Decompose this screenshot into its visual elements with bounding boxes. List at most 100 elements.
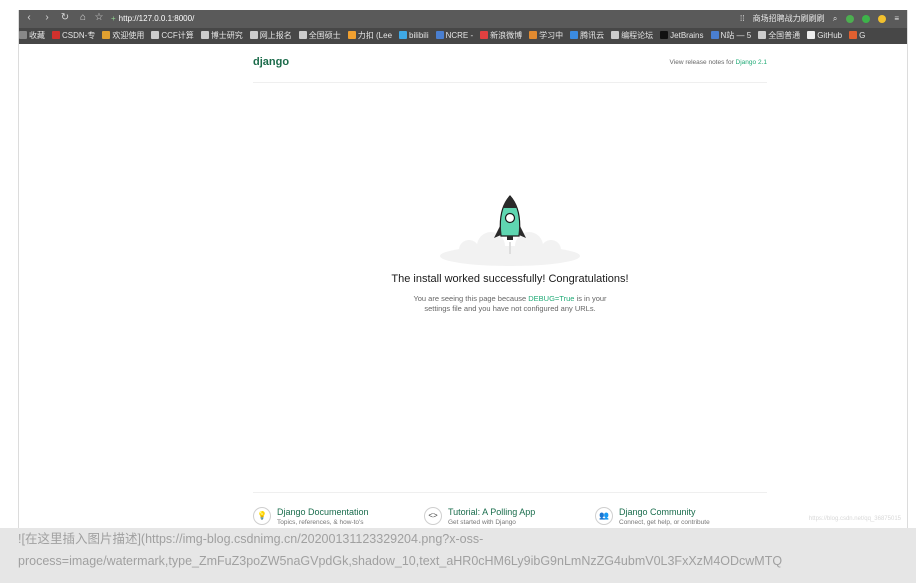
back-icon[interactable]: ‹ bbox=[23, 12, 35, 24]
bookmark-label: 全国普通 bbox=[768, 31, 801, 40]
bookmark-item[interactable]: 全国硕士 bbox=[298, 28, 341, 44]
bookmark-favicon-icon bbox=[102, 31, 111, 39]
bookmark-item[interactable]: 腾讯云 bbox=[570, 28, 604, 44]
apps-icon[interactable]: ⁞⁞ bbox=[740, 14, 744, 23]
extension-icon[interactable] bbox=[845, 14, 854, 23]
bookmark-item[interactable]: 收藏 bbox=[19, 28, 45, 44]
bookmark-item[interactable]: NCRE - bbox=[435, 28, 474, 44]
address-text: http://127.0.0.1:8000/ bbox=[118, 14, 195, 23]
bookmark-favicon-icon bbox=[758, 31, 767, 39]
success-description: You are seeing this page because DEBUG=T… bbox=[403, 294, 617, 314]
desc-part1: You are seeing this page because bbox=[413, 294, 529, 303]
bookmark-favicon-icon bbox=[570, 31, 579, 39]
bookmark-label: N站 — 5 bbox=[720, 31, 752, 40]
bookmark-label: 学习中 bbox=[539, 31, 564, 40]
bookmark-favicon-icon bbox=[399, 31, 408, 39]
bookmark-favicon-icon bbox=[480, 31, 489, 39]
bookmark-label: 新浪微博 bbox=[490, 31, 523, 40]
bookmark-label: 力扣 (Lee bbox=[357, 31, 393, 40]
markdown-line-2: process=image/watermark,type_ZmFuZ3poZW5… bbox=[18, 554, 783, 568]
bookmark-item[interactable]: 网上报名 bbox=[249, 28, 292, 44]
dollar-icon[interactable] bbox=[861, 14, 870, 23]
footer-tutorial-sub: Get started with Django bbox=[448, 519, 516, 526]
browser-toolbar: ‹ › ↻ ⌂ ☆ + http://127.0.0.1:8000/ ⁞⁞ 商场招… bbox=[19, 10, 907, 28]
bookmarks-bar: 收藏 CSDN-专 欢迎使用 CCF计算 博士研究 网上报名 全国硕士 力扣 (Lee bili… bbox=[19, 28, 907, 44]
bookmark-item[interactable]: CCF计算 bbox=[151, 28, 194, 44]
bookmark-label: 收藏 bbox=[29, 31, 45, 40]
bookmark-item[interactable]: bilibili bbox=[399, 28, 429, 44]
menu-icon[interactable]: ≡ bbox=[894, 14, 899, 23]
bookmark-favicon-icon bbox=[151, 31, 160, 39]
bookmark-label: 全国硕士 bbox=[308, 31, 341, 40]
bookmark-item[interactable]: 新浪微博 bbox=[480, 28, 522, 44]
bookmark-item[interactable]: 欢迎使用 bbox=[102, 28, 144, 44]
bookmark-label: CCF计算 bbox=[161, 31, 194, 40]
bookmark-label: G bbox=[859, 31, 866, 40]
bookmark-label: JetBrains bbox=[670, 31, 704, 40]
code-icon: <> bbox=[424, 507, 442, 525]
release-version: Django 2.1 bbox=[735, 59, 767, 66]
bookmark-label: 编程论坛 bbox=[621, 31, 654, 40]
markdown-line-1: ![在这里插入图片描述](https://img-blog.csdnimg.cn… bbox=[18, 532, 484, 546]
release-notes-link[interactable]: View release notes for Django 2.1 bbox=[670, 59, 767, 66]
debug-setting: DEBUG=True bbox=[528, 294, 575, 303]
bookmark-label: GitHub bbox=[817, 31, 843, 40]
bookmark-favicon-icon bbox=[347, 31, 356, 39]
bookmark-favicon-icon bbox=[807, 31, 816, 39]
footer-docs-title: Django Documentation bbox=[277, 507, 369, 517]
bookmark-favicon-icon bbox=[435, 31, 444, 39]
bookmark-item[interactable]: JetBrains bbox=[660, 28, 704, 44]
bookmark-label: 欢迎使用 bbox=[112, 31, 145, 40]
bookmark-favicon-icon bbox=[529, 31, 538, 39]
bookmark-item[interactable]: N站 — 5 bbox=[710, 28, 752, 44]
footer-docs-sub: Topics, references, & how-to's bbox=[277, 519, 364, 526]
bookmark-item[interactable]: G bbox=[849, 28, 865, 44]
bookmark-favicon-icon bbox=[52, 31, 60, 39]
bookmark-favicon-icon bbox=[200, 31, 209, 39]
bookmark-star-icon[interactable]: ☆ bbox=[93, 12, 105, 24]
address-bar[interactable]: + http://127.0.0.1:8000/ bbox=[111, 13, 194, 25]
bookmark-item[interactable]: 学习中 bbox=[529, 28, 563, 44]
bookmark-label: 网上报名 bbox=[259, 31, 292, 40]
django-logo[interactable]: django bbox=[253, 56, 289, 68]
forward-icon[interactable]: › bbox=[41, 12, 53, 24]
success-title: The install worked successfully! Congrat… bbox=[391, 273, 629, 285]
lightbulb-ext-icon[interactable] bbox=[878, 14, 887, 23]
bookmark-label: CSDN-专 bbox=[62, 31, 96, 40]
bookmark-favicon-icon bbox=[249, 31, 258, 39]
bookmark-favicon-icon bbox=[611, 31, 620, 39]
bookmark-label: bilibili bbox=[409, 31, 429, 40]
bookmark-label: 博士研究 bbox=[210, 31, 243, 40]
bookmark-label: NCRE - bbox=[445, 31, 474, 40]
bookmark-favicon-icon bbox=[19, 31, 27, 39]
home-icon[interactable]: ⌂ bbox=[77, 12, 89, 24]
bookmark-favicon-icon bbox=[298, 31, 307, 39]
footer-community-title: Django Community bbox=[619, 507, 696, 517]
toolbar-right: ⁞⁞ 商场招聘战力刷刷刷 ⌕ ≡ bbox=[734, 13, 899, 25]
reload-icon[interactable]: ↻ bbox=[59, 12, 71, 24]
rocket-illustration bbox=[440, 195, 580, 266]
footer-community-sub: Connect, get help, or contribute bbox=[619, 519, 710, 526]
footer-tutorial-title: Tutorial: A Polling App bbox=[448, 507, 536, 517]
people-icon: 👥 bbox=[595, 507, 613, 525]
django-header: django View release notes for Django 2.1 bbox=[253, 56, 767, 83]
search-box[interactable]: 商场招聘战力刷刷刷 bbox=[753, 14, 825, 23]
csdn-watermark: https://blog.csdn.net/qq_36875015 bbox=[808, 516, 901, 522]
bookmark-item[interactable]: 博士研究 bbox=[200, 28, 243, 44]
bookmark-item[interactable]: 力扣 (Lee bbox=[347, 28, 393, 44]
markdown-image-link: ![在这里插入图片描述](https://img-blog.csdnimg.cn… bbox=[0, 528, 916, 583]
browser-window: ‹ › ↻ ⌂ ☆ + http://127.0.0.1:8000/ ⁞⁞ 商场招… bbox=[18, 10, 908, 528]
bookmark-item[interactable]: CSDN-专 bbox=[52, 28, 95, 44]
bookmark-label: 腾讯云 bbox=[580, 31, 605, 40]
release-prefix: View release notes for bbox=[669, 59, 736, 66]
lightbulb-icon: 💡 bbox=[253, 507, 271, 525]
bookmark-item[interactable]: 全国普通 bbox=[758, 28, 800, 44]
bookmark-favicon-icon bbox=[710, 31, 719, 39]
django-page: django View release notes for Django 2.1 bbox=[19, 44, 907, 528]
bookmark-favicon-icon bbox=[660, 31, 669, 39]
search-icon[interactable]: ⌕ bbox=[833, 14, 837, 23]
django-footer: 💡 Django Documentation Topics, reference… bbox=[253, 492, 767, 528]
bookmark-item[interactable]: GitHub bbox=[807, 28, 842, 44]
bookmark-item[interactable]: 编程论坛 bbox=[611, 28, 653, 44]
secure-icon: + bbox=[111, 14, 116, 23]
